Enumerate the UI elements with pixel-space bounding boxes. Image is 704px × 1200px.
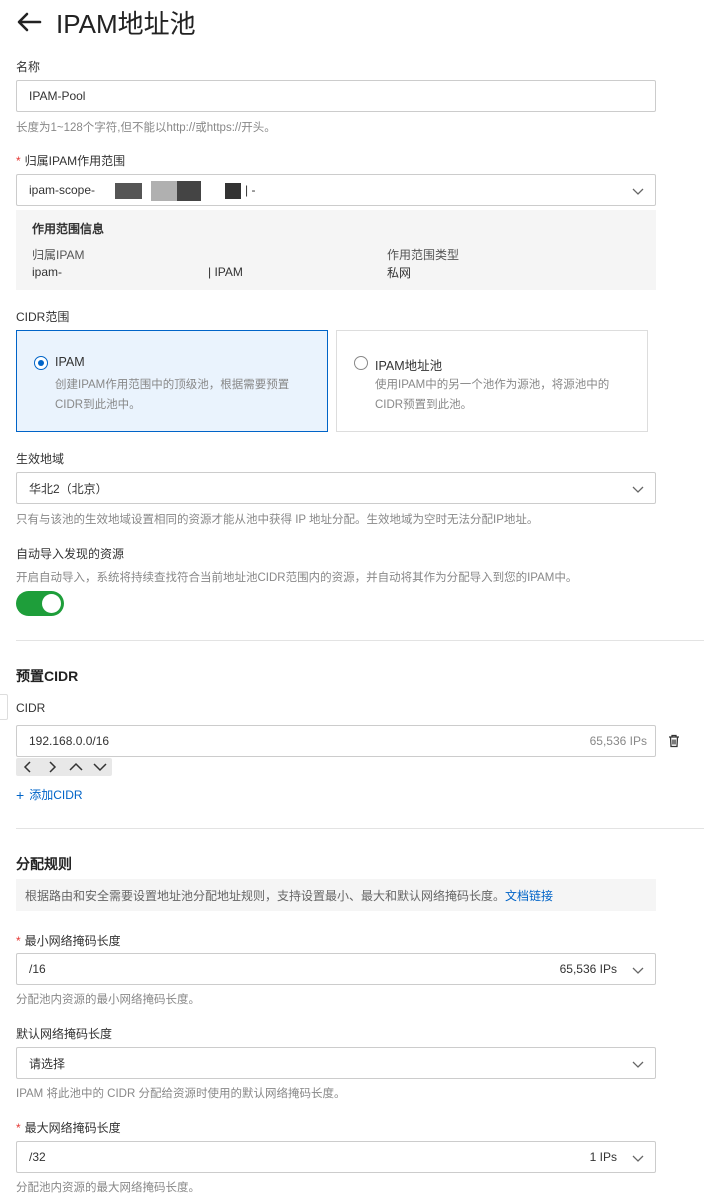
cidr-ip-count: 65,536 IPs xyxy=(589,734,647,748)
name-input-value: IPAM-Pool xyxy=(29,89,86,103)
name-input[interactable]: IPAM-Pool xyxy=(16,80,656,112)
chevron-down-icon[interactable] xyxy=(92,759,108,775)
name-label: 名称 xyxy=(16,60,41,74)
chevron-down-icon xyxy=(631,184,645,198)
chevron-down-icon xyxy=(631,963,645,977)
max-mask-hint: 分配池内资源的最大网络掩码长度。 xyxy=(16,1182,200,1194)
preset-cidr-title: 预置CIDR xyxy=(16,668,79,684)
region-value: 华北2（北京） xyxy=(29,481,108,496)
side-collapse-handle[interactable] xyxy=(0,694,8,720)
cidr-value: 192.168.0.0/16 xyxy=(29,734,110,748)
chevron-down-icon xyxy=(631,1151,645,1165)
default-mask-label: 默认网络掩码长度 xyxy=(16,1027,113,1041)
add-cidr-label: 添加CIDR xyxy=(29,788,83,802)
allocation-title: 分配规则 xyxy=(16,856,72,872)
scope-select[interactable]: ipam-scope- | - xyxy=(16,174,656,206)
trash-icon[interactable] xyxy=(667,733,681,751)
option-title: IPAM xyxy=(55,355,85,369)
option-desc: 使用IPAM中的另一个池作为源池，将源池中的CIDR预置到此池。 xyxy=(375,379,610,411)
cidr-scope-option-ipam[interactable]: IPAM 创建IPAM作用范围中的顶级池，根据需要预置CIDR到此池中。 xyxy=(16,330,328,432)
max-mask-label: 最大网络掩码长度 xyxy=(16,1119,121,1136)
cidr-label: CIDR xyxy=(16,701,46,715)
allocation-tip-text: 根据路由和安全需要设置地址池分配地址规则，支持设置最小、最大和默认网络掩码长度。 xyxy=(25,888,506,903)
min-mask-value: /16 xyxy=(29,962,46,976)
default-mask-select[interactable]: 请选择 xyxy=(16,1047,656,1079)
chevron-up-icon[interactable] xyxy=(68,759,84,775)
auto-import-toggle[interactable] xyxy=(16,591,64,616)
scope-type-label: 作用范围类型 xyxy=(387,248,460,262)
ipam-value-suffix: | IPAM xyxy=(208,265,243,279)
allocation-tip: 根据路由和安全需要设置地址池分配地址规则，支持设置最小、最大和默认网络掩码长度。… xyxy=(16,879,656,911)
scope-info-heading: 作用范围信息 xyxy=(32,222,105,236)
add-cidr-button[interactable]: + 添加CIDR xyxy=(16,786,83,803)
auto-import-label: 自动导入发现的资源 xyxy=(16,547,125,561)
default-mask-hint: IPAM 将此池中的 CIDR 分配给资源时使用的默认网络掩码长度。 xyxy=(16,1088,346,1100)
chevron-down-icon xyxy=(631,482,645,496)
section-divider xyxy=(16,640,704,641)
redaction-block xyxy=(151,181,177,201)
redaction-block xyxy=(115,183,142,199)
name-hint: 长度为1~128个字符,但不能以http://或https://开头。 xyxy=(16,122,276,134)
cidr-nav-controls xyxy=(16,758,112,776)
chevron-left-icon[interactable] xyxy=(20,759,36,775)
ipam-label: 归属IPAM xyxy=(32,248,85,262)
scope-value-suffix: | - xyxy=(245,183,256,197)
doc-link[interactable]: 文档链接 xyxy=(505,887,553,904)
scope-info-panel: 作用范围信息 归属IPAM ipam- | IPAM 作用范围类型 私网 xyxy=(16,210,656,290)
min-mask-count: 65,536 IPs xyxy=(559,962,617,976)
page-title: IPAM地址池 xyxy=(56,8,196,39)
page-header: IPAM地址池 xyxy=(16,4,196,40)
auto-import-hint: 开启自动导入，系统将持续查找符合当前地址池CIDR范围内的资源，并自动将其作为分… xyxy=(16,572,578,584)
region-hint: 只有与该池的生效地域设置相同的资源才能从池中获得 IP 地址分配。生效地域为空时… xyxy=(16,514,539,526)
max-mask-select[interactable]: /32 1 IPs xyxy=(16,1141,656,1173)
region-select[interactable]: 华北2（北京） xyxy=(16,472,656,504)
scope-value-prefix: ipam-scope- xyxy=(29,183,96,197)
radio-selected-icon[interactable] xyxy=(34,356,48,370)
cidr-scope-option-pool[interactable]: IPAM地址池 使用IPAM中的另一个池作为源池，将源池中的CIDR预置到此池。 xyxy=(336,330,648,432)
back-arrow-icon[interactable] xyxy=(16,8,44,36)
option-title: IPAM地址池 xyxy=(375,359,443,373)
max-mask-value: /32 xyxy=(29,1150,46,1164)
ipam-link[interactable]: ipam- xyxy=(32,265,62,279)
cidr-input[interactable]: 192.168.0.0/16 65,536 IPs xyxy=(16,725,656,757)
option-desc: 创建IPAM作用范围中的顶级池，根据需要预置CIDR到此池中。 xyxy=(55,379,290,411)
redaction-block xyxy=(177,181,201,201)
section-divider xyxy=(16,828,704,829)
min-mask-hint: 分配池内资源的最小网络掩码长度。 xyxy=(16,994,200,1006)
chevron-right-icon[interactable] xyxy=(44,759,60,775)
region-label: 生效地域 xyxy=(16,452,65,466)
min-mask-label: 最小网络掩码长度 xyxy=(16,932,121,949)
plus-icon: + xyxy=(16,786,25,803)
chevron-down-icon xyxy=(631,1057,645,1071)
scope-type-value: 私网 xyxy=(387,266,412,280)
max-mask-count: 1 IPs xyxy=(589,1150,617,1164)
default-mask-placeholder: 请选择 xyxy=(29,1056,66,1071)
min-mask-select[interactable]: /16 65,536 IPs xyxy=(16,953,656,985)
redaction-block xyxy=(225,183,241,199)
radio-unselected-icon[interactable] xyxy=(354,356,368,370)
scope-label: 归属IPAM作用范围 xyxy=(16,152,125,169)
cidr-scope-label: CIDR范围 xyxy=(16,310,70,324)
